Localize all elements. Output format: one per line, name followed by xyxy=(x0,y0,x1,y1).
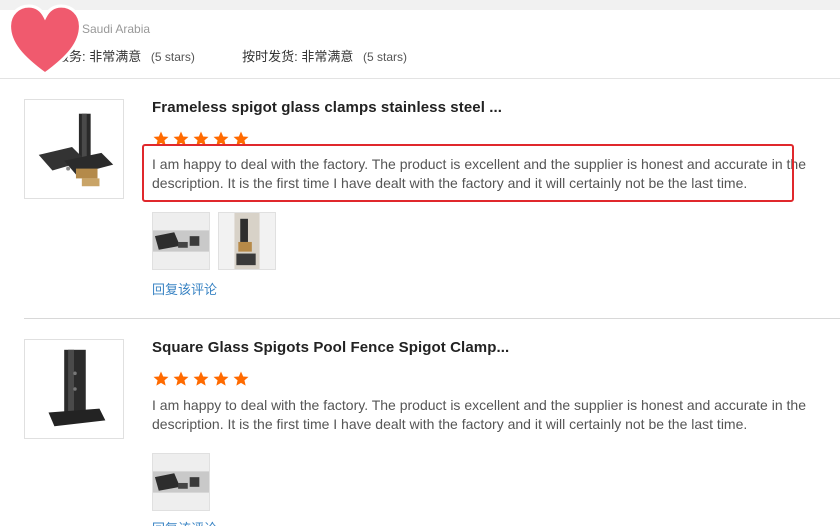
shipping-stars: (5 stars) xyxy=(363,50,408,64)
star-icon xyxy=(193,371,209,386)
star-icon xyxy=(213,371,229,386)
product-title-link[interactable]: Frameless spigot glass clamps stainless … xyxy=(152,99,502,116)
product-thumbnail[interactable] xyxy=(24,99,124,199)
review-photo-image xyxy=(219,213,275,269)
product-thumbnail[interactable] xyxy=(24,339,124,439)
spigot-post-image xyxy=(48,349,106,427)
review-photo[interactable] xyxy=(218,212,276,270)
top-strip xyxy=(0,0,840,10)
star-icon xyxy=(233,371,249,386)
review-photo[interactable] xyxy=(152,212,210,270)
shipping-label: 按时发货: xyxy=(242,49,298,64)
shipping-value: 非常满意 xyxy=(301,49,354,64)
service-value: 非常满意 xyxy=(89,49,142,64)
spigot-clamp-image xyxy=(38,113,114,187)
review-text: I am happy to deal with the factory. The… xyxy=(152,397,806,432)
reply-review-link[interactable]: 回复该评论 xyxy=(152,279,217,298)
review-photo-image xyxy=(153,454,209,510)
star-icon xyxy=(153,371,169,386)
service-stars: (5 stars) xyxy=(150,50,195,64)
reply-review-link[interactable]: 回复该评论 xyxy=(152,518,217,526)
feedback-summary-header: Saudi Arabia 服务: 非常满意 (5 stars) 按时发货: 非常… xyxy=(0,10,840,79)
review-divider xyxy=(24,318,840,319)
heart-icon xyxy=(7,4,83,76)
highlight-box xyxy=(142,144,794,202)
review-photo[interactable] xyxy=(152,453,210,511)
product-title-link[interactable]: Square Glass Spigots Pool Fence Spigot C… xyxy=(152,339,509,356)
review-photo-image xyxy=(153,213,209,269)
buyer-country: Saudi Arabia xyxy=(82,22,151,36)
star-icon xyxy=(173,371,189,386)
rating-stars xyxy=(152,370,250,388)
seller-ratings: 服务: 非常满意 (5 stars) 按时发货: 非常满意 (5 stars) xyxy=(56,46,407,65)
